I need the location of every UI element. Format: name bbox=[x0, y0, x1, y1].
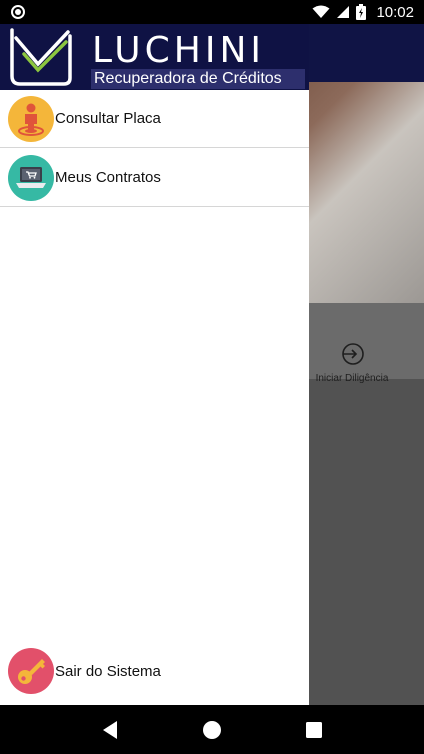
cellular-signal-icon bbox=[337, 6, 350, 18]
back-icon[interactable] bbox=[101, 720, 119, 740]
brand-subtitle: Recuperadora de Créditos bbox=[91, 69, 305, 89]
status-bar: 10:02 bbox=[0, 0, 424, 24]
brand-name: LUCHINI bbox=[92, 30, 265, 71]
wifi-icon bbox=[312, 5, 330, 18]
luchini-logo-icon bbox=[10, 28, 72, 86]
sign-in-icon bbox=[342, 343, 364, 365]
menu-item-meus-contratos[interactable]: Meus Contratos bbox=[0, 149, 309, 207]
iniciar-diligencia-label: Iniciar Diligência bbox=[315, 373, 389, 384]
system-nav-bar bbox=[0, 705, 424, 754]
status-icons: 10:02 bbox=[312, 0, 414, 24]
iniciar-diligencia-button[interactable]: Iniciar Diligência bbox=[310, 342, 394, 384]
key-icon bbox=[8, 648, 54, 694]
navigation-drawer: LUCHINI Recuperadora de Créditos Consult… bbox=[0, 24, 309, 705]
clock: 10:02 bbox=[376, 3, 414, 21]
drawer-header: LUCHINI Recuperadora de Créditos bbox=[0, 24, 309, 90]
menu-item-sair-do-sistema[interactable]: Sair do Sistema bbox=[0, 642, 309, 700]
person-target-icon bbox=[8, 95, 54, 142]
home-icon[interactable] bbox=[202, 720, 222, 740]
menu-item-label: Consultar Placa bbox=[55, 110, 161, 127]
laptop-cart-icon bbox=[8, 154, 54, 201]
notification-dot-icon bbox=[11, 5, 25, 19]
recents-icon[interactable] bbox=[305, 721, 323, 739]
menu-item-label: Meus Contratos bbox=[55, 169, 161, 186]
menu-item-consultar-placa[interactable]: Consultar Placa bbox=[0, 90, 309, 148]
battery-icon bbox=[356, 4, 367, 20]
menu-item-label: Sair do Sistema bbox=[55, 662, 161, 680]
